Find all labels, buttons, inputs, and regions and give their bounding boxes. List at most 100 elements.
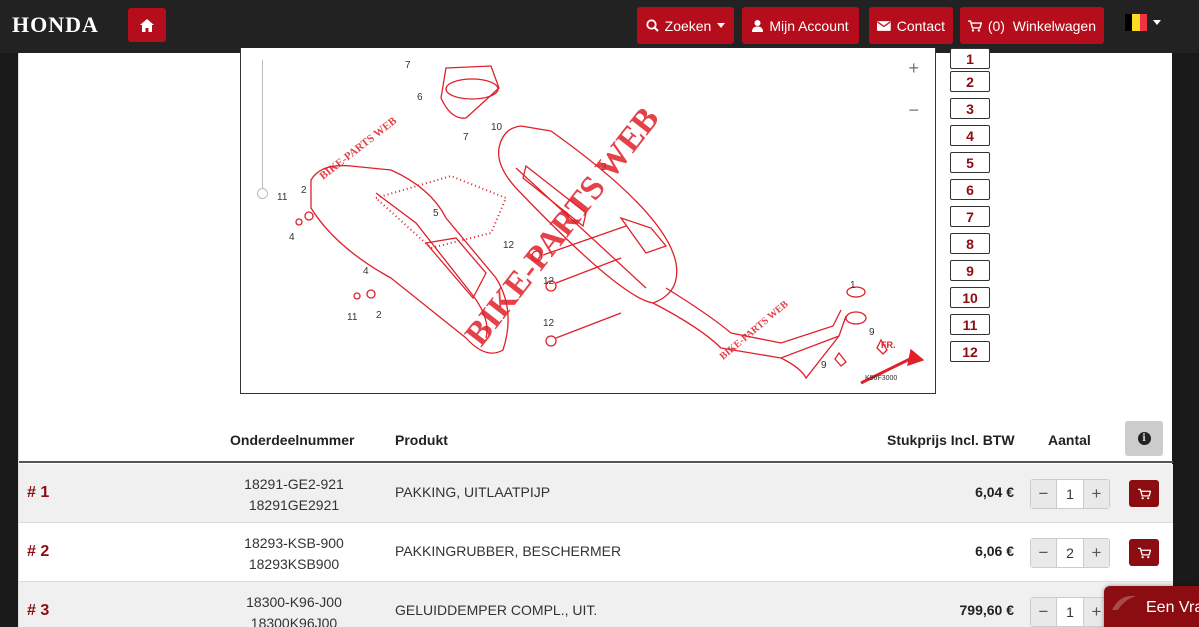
chevron-down-icon (717, 23, 726, 28)
watermark-main: BIKE-PARTS WEB (458, 101, 667, 353)
chevron-down-icon (1153, 20, 1161, 25)
table-row: # 2 18293-KSB-900 18293KSB900 PAKKINGRUB… (19, 523, 1173, 582)
zoom-slider-track[interactable] (262, 60, 263, 190)
exhaust-drawing: 1 2 2 3 4 4 5 6 7 7 9 9 10 11 11 12 12 1… (277, 60, 925, 385)
part-number: 18300-K96-J00 18300K96J00 (234, 592, 354, 627)
zoom-slider-handle[interactable] (257, 188, 268, 199)
navbar: HONDA Zoeken Mijn Account Contact (0) Wi… (0, 0, 1199, 53)
part-number-alt: 18291GE2921 (248, 497, 340, 513)
callout-7b: 7 (463, 132, 469, 143)
part-number: 18293-KSB-900 18293KSB900 (234, 533, 354, 575)
row-number: # 1 (27, 484, 50, 501)
user-icon (752, 19, 764, 32)
quantity-stepper: − 1 + (1030, 597, 1110, 627)
increase-quantity-button[interactable]: + (1084, 480, 1109, 508)
account-label: Mijn Account (769, 17, 849, 34)
part-number-code: 18300-K96-J00 (246, 594, 342, 610)
callout-button-4[interactable]: 4 (950, 125, 990, 146)
unit-price: 6,06 € (975, 543, 1014, 559)
ask-question-button[interactable]: Een Vra (1104, 586, 1199, 627)
product-name: PAKKING, UITLAATPIJP (395, 484, 551, 500)
callout-5: 5 (433, 208, 439, 219)
callout-4: 4 (289, 232, 295, 243)
language-selector[interactable] (1125, 14, 1161, 31)
callout-12c: 12 (543, 318, 555, 329)
decrease-quantity-button[interactable]: − (1031, 539, 1056, 567)
belgium-flag-icon (1125, 14, 1147, 31)
part-number-code: 18291-GE2-921 (244, 476, 344, 492)
row-number: # 2 (27, 543, 50, 560)
header-partnumber: Onderdeelnummer (230, 432, 355, 448)
quantity-stepper: − 1 + (1030, 479, 1110, 509)
unit-price: 799,60 € (959, 602, 1015, 618)
callout-3: 3 (601, 162, 607, 173)
callout-9: 9 (869, 327, 875, 338)
direction-label: FR. (881, 340, 896, 350)
callout-4b: 4 (363, 266, 369, 277)
callout-2: 2 (301, 185, 307, 196)
callout-button-9[interactable]: 9 (950, 260, 990, 281)
callout-12b: 12 (543, 276, 555, 287)
header-quantity: Aantal (1048, 432, 1091, 448)
main-content: + − 1 2 2 3 4 4 5 6 7 7 9 9 10 11 11 12 … (18, 48, 1173, 627)
cart-label: (0) Winkelwagen (987, 17, 1096, 34)
callout-11b: 11 (347, 312, 358, 323)
callout-2b: 2 (376, 310, 382, 321)
decrease-quantity-button[interactable]: − (1031, 598, 1056, 626)
increase-quantity-button[interactable]: + (1084, 539, 1109, 567)
header-product: Produkt (395, 432, 448, 448)
callout-button-5[interactable]: 5 (950, 152, 990, 173)
cart-icon (1137, 547, 1151, 558)
add-to-cart-button[interactable] (1129, 480, 1159, 507)
callout-button-2[interactable]: 2 (950, 71, 990, 92)
part-number-alt: 18293KSB900 (248, 556, 340, 572)
callout-button-12[interactable]: 12 (950, 341, 990, 362)
info-icon: i (1137, 432, 1151, 445)
callout-button-10[interactable]: 10 (950, 287, 990, 308)
cart-button[interactable]: (0) Winkelwagen (960, 7, 1104, 44)
product-name: GELUIDDEMPER COMPL., UIT. (395, 602, 598, 618)
search-icon (646, 19, 659, 32)
part-number-alt: 18300K96J00 (250, 615, 338, 627)
callout-10: 10 (491, 122, 503, 133)
account-button[interactable]: Mijn Account (742, 7, 859, 44)
parts-table-header: Onderdeelnummer Produkt Stukprijs Incl. … (19, 419, 1173, 463)
row-number: # 3 (27, 602, 50, 619)
header-price: Stukprijs Incl. BTW (887, 432, 1015, 448)
callout-11: 11 (277, 192, 288, 203)
callout-button-11[interactable]: 11 (950, 314, 990, 335)
contact-button[interactable]: Contact (869, 7, 953, 44)
callout-button-3[interactable]: 3 (950, 98, 990, 119)
callout-button-1[interactable]: 1 (950, 48, 990, 69)
honda-logo[interactable]: HONDA (12, 12, 99, 38)
quantity-input[interactable]: 2 (1056, 539, 1084, 567)
zoom-out-button[interactable]: − (908, 100, 919, 121)
cart-icon (968, 19, 982, 32)
product-name: PAKKINGRUBBER, BESCHERMER (395, 543, 622, 559)
part-number: 18291-GE2-921 18291GE2921 (234, 474, 354, 516)
table-row: # 1 18291-GE2-921 18291GE2921 PAKKING, U… (19, 464, 1173, 523)
callout-button-6[interactable]: 6 (950, 179, 990, 200)
honda-wing-icon (1112, 595, 1136, 610)
parts-diagram[interactable]: + − 1 2 2 3 4 4 5 6 7 7 9 9 10 11 11 12 … (240, 48, 936, 394)
info-button[interactable]: i (1125, 421, 1163, 456)
search-dropdown-button[interactable]: Zoeken (637, 7, 734, 44)
envelope-icon (877, 20, 891, 31)
callout-6: 6 (417, 92, 423, 103)
home-icon (140, 18, 154, 32)
callout-button-7[interactable]: 7 (950, 206, 990, 227)
cart-icon (1137, 488, 1151, 499)
quantity-stepper: − 2 + (1030, 538, 1110, 568)
callout-12: 12 (503, 240, 515, 251)
unit-price: 6,04 € (975, 484, 1014, 500)
callout-9b: 9 (821, 360, 827, 371)
quantity-input[interactable]: 1 (1056, 480, 1084, 508)
quantity-input[interactable]: 1 (1056, 598, 1084, 626)
home-button[interactable] (128, 8, 166, 42)
add-to-cart-button[interactable] (1129, 539, 1159, 566)
callout-7: 7 (405, 60, 411, 71)
zoom-in-button[interactable]: + (908, 58, 919, 79)
watermark-small-1: BIKE-PARTS WEB (317, 114, 399, 182)
callout-button-8[interactable]: 8 (950, 233, 990, 254)
decrease-quantity-button[interactable]: − (1031, 480, 1056, 508)
